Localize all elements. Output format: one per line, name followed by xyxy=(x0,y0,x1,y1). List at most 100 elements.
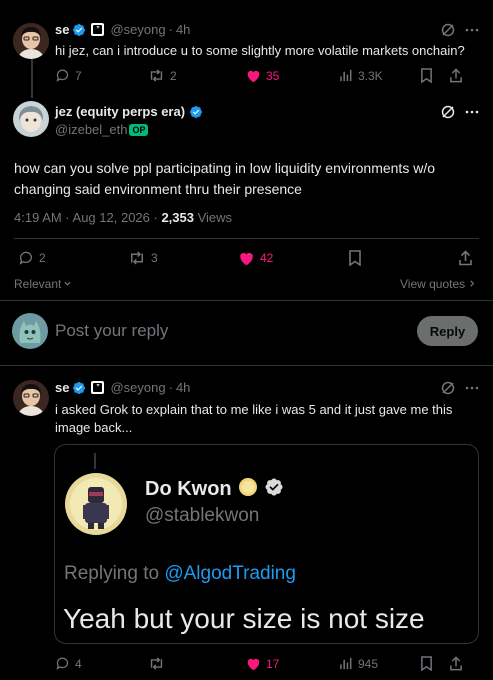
views-icon xyxy=(340,657,353,670)
repost-icon xyxy=(128,250,146,266)
repost-icon xyxy=(148,656,165,671)
tweet-header: se ” @seyong · 4h xyxy=(55,22,191,37)
main-timestamp[interactable]: 4:19 AM · Aug 12, 2026 · xyxy=(14,210,161,225)
bookmark-button[interactable] xyxy=(348,250,458,266)
author-name[interactable]: jez (equity perps era) xyxy=(55,104,185,119)
bookmark-icon xyxy=(420,656,433,671)
reply-icon xyxy=(55,656,70,671)
reply-button[interactable]: 2 xyxy=(18,250,128,266)
author-name[interactable]: se xyxy=(55,22,69,37)
sort-relevant-dropdown[interactable]: Relevant xyxy=(14,277,72,291)
verified-icon xyxy=(72,23,86,37)
repost-button[interactable]: 3 xyxy=(128,250,238,266)
main-actions: 2 3 42 xyxy=(18,250,478,266)
share-button[interactable] xyxy=(458,250,473,266)
verified-icon xyxy=(72,381,86,395)
tweet-text: i asked Grok to explain that to me like … xyxy=(55,402,453,435)
tweet-actions: 4 17 945 xyxy=(55,656,485,671)
grok-icon[interactable] xyxy=(440,104,456,120)
timestamp[interactable]: 4h xyxy=(176,380,190,395)
repost-count: 2 xyxy=(170,68,177,83)
reply-button[interactable]: 4 xyxy=(55,656,130,671)
heart-icon xyxy=(246,69,261,83)
main-tweet-text: how can you solve ppl participating in l… xyxy=(14,160,435,197)
repost-button[interactable] xyxy=(148,656,238,671)
bookmark-button[interactable] xyxy=(420,68,433,83)
like-button[interactable]: 35 xyxy=(246,69,338,83)
heart-icon xyxy=(238,251,255,266)
reply-count: 2 xyxy=(39,251,46,265)
reply-submit-button[interactable]: Reply xyxy=(417,316,478,346)
reply-count: 4 xyxy=(75,656,82,671)
divider xyxy=(0,365,493,366)
affiliate-badge-icon: ” xyxy=(91,381,105,394)
image-replying-prefix: Replying to xyxy=(64,563,165,584)
image-avatar xyxy=(65,473,127,535)
divider xyxy=(14,238,479,239)
main-views-label: Views xyxy=(193,210,233,225)
share-button[interactable] xyxy=(449,68,463,83)
main-views-count: 2,353 xyxy=(161,210,194,225)
tweet-actions: 7 2 35 3.3K xyxy=(55,68,485,83)
more-icon[interactable] xyxy=(464,380,480,396)
views-icon xyxy=(340,69,353,82)
avatar[interactable] xyxy=(13,23,49,59)
bookmark-icon xyxy=(348,250,362,266)
share-icon xyxy=(458,250,473,266)
divider xyxy=(0,300,493,301)
author-handle[interactable]: @seyong xyxy=(110,22,165,37)
more-icon[interactable] xyxy=(464,104,480,120)
heart-icon xyxy=(246,657,261,671)
affiliate-badge-icon: ” xyxy=(91,23,105,36)
main-author-name-row: jez (equity perps era) xyxy=(55,104,203,119)
share-icon xyxy=(449,656,463,671)
author-handle[interactable]: @izebel_eth xyxy=(55,122,127,137)
timestamp[interactable]: 4h xyxy=(176,22,190,37)
tweet-header: se ” @seyong · 4h xyxy=(55,380,191,395)
grok-icon[interactable] xyxy=(440,380,456,396)
author-handle[interactable]: @seyong xyxy=(110,380,165,395)
view-quotes-label: View quotes xyxy=(400,277,466,291)
views-button[interactable]: 945 xyxy=(340,657,420,671)
views-count: 945 xyxy=(358,656,379,671)
repost-button[interactable]: 2 xyxy=(148,68,238,83)
thread-line-top xyxy=(31,58,33,98)
views-button[interactable]: 3.3K xyxy=(340,69,420,83)
sort-label: Relevant xyxy=(14,277,62,291)
view-quotes-link[interactable]: View quotes xyxy=(400,277,476,291)
main-meta-row: 4:19 AM · Aug 12, 2026 · 2,353 Views xyxy=(14,210,232,225)
like-button[interactable]: 17 xyxy=(246,657,338,671)
image-quote-text: Yeah but your size is not size xyxy=(63,603,425,634)
share-button[interactable] xyxy=(449,656,463,671)
grok-icon[interactable] xyxy=(440,22,456,38)
image-author-handle: @stablekwon xyxy=(145,505,260,526)
repost-icon xyxy=(148,68,165,83)
tweet-text: hi jez, can i introduce u to some slight… xyxy=(55,43,465,58)
bookmark-icon xyxy=(420,68,433,83)
image-thread-line xyxy=(94,453,96,469)
avatar[interactable] xyxy=(13,101,49,137)
verified-icon xyxy=(189,105,203,119)
author-name[interactable]: se xyxy=(55,380,69,395)
reply-count: 7 xyxy=(75,68,82,83)
like-count: 35 xyxy=(266,68,280,83)
like-count: 17 xyxy=(266,656,280,671)
repost-count: 3 xyxy=(151,251,158,265)
reply-button[interactable]: 7 xyxy=(55,68,130,83)
like-button[interactable]: 42 xyxy=(238,251,348,266)
chevron-down-icon xyxy=(63,277,72,291)
reply-icon xyxy=(55,68,70,83)
image-author-name: Do Kwon xyxy=(145,478,232,500)
image-replying-handle: @AlgodTrading xyxy=(164,563,296,584)
share-icon xyxy=(449,68,463,83)
reply-input[interactable]: Post your reply xyxy=(55,321,395,341)
more-icon[interactable] xyxy=(464,22,480,38)
op-badge: OP xyxy=(129,124,149,136)
avatar[interactable] xyxy=(13,380,49,416)
avatar[interactable] xyxy=(12,313,48,349)
views-count: 3.3K xyxy=(358,68,383,83)
attached-image[interactable]: Do Kwon @stablekwon Replying to @AlgodTr… xyxy=(54,444,479,644)
bookmark-button[interactable] xyxy=(420,656,433,671)
image-name-row: Do Kwon xyxy=(145,477,284,502)
like-count: 42 xyxy=(260,251,274,265)
